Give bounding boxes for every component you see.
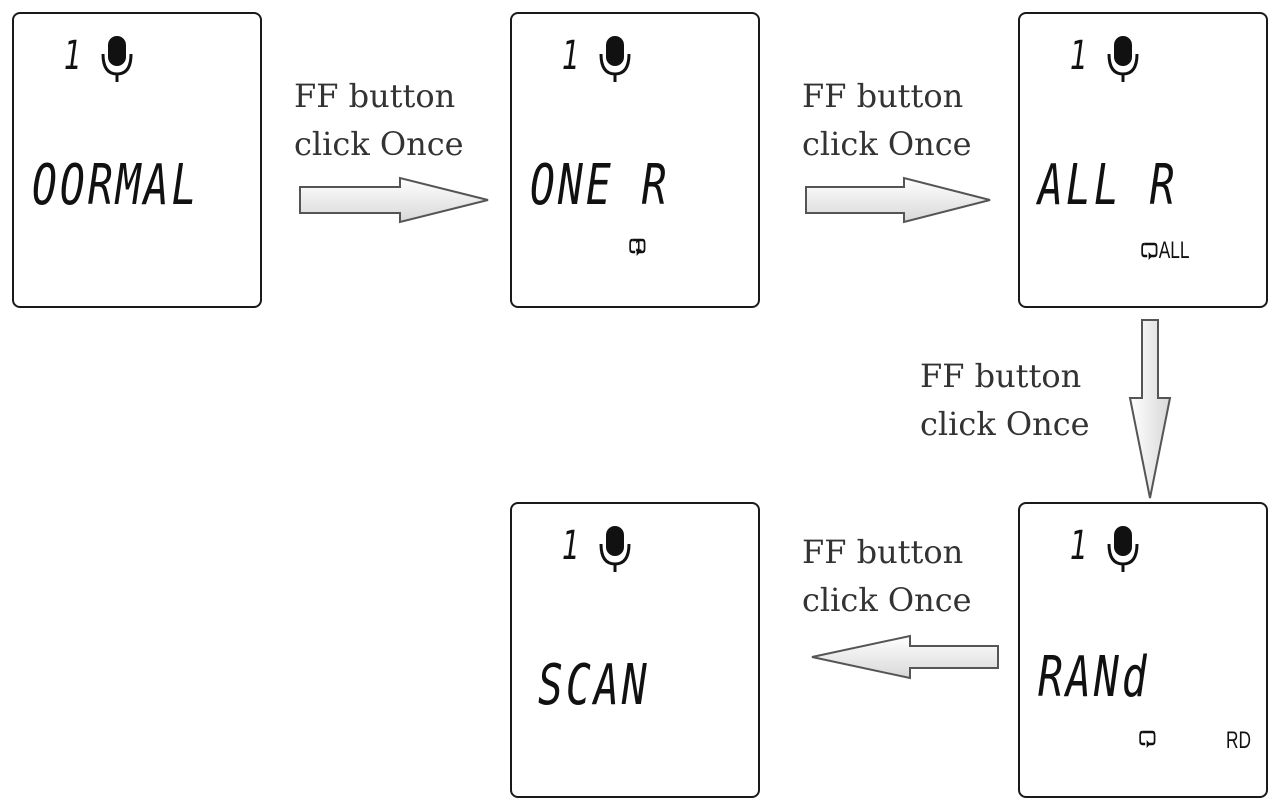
arrow-right-2 (805, 176, 991, 224)
folder-number: 1 (562, 523, 580, 569)
transition-label-3: FF button click Once (920, 352, 1090, 448)
repeat-indicator: ALL (1140, 238, 1189, 264)
repeat-all-label: ALL (1158, 237, 1190, 264)
transition-label-1: FF button click Once (294, 72, 464, 168)
label-line-2: click Once (294, 125, 464, 163)
transition-label-2: FF button click Once (802, 72, 972, 168)
display-all-repeat: 1 ALL R ALL (1018, 12, 1268, 308)
repeat-icon (1141, 242, 1158, 260)
microphone-icon (1107, 526, 1139, 572)
repeat-icon (1139, 730, 1156, 748)
display-normal: 1 OORMAL (12, 12, 262, 308)
repeat-one-label: 1 (635, 238, 642, 255)
folder-number: 1 (1070, 33, 1088, 79)
microphone-icon (101, 36, 133, 82)
label-line-1: FF button (802, 533, 964, 571)
microphone-icon (599, 526, 631, 572)
folder-number: 1 (1070, 523, 1088, 569)
random-label: RD (1226, 727, 1251, 754)
microphone-icon (599, 36, 631, 82)
mode-text: OORMAL (32, 153, 200, 218)
display-random: 1 RANd RD (1018, 502, 1268, 798)
mode-text: SCAN (538, 653, 650, 718)
folder-number: 1 (64, 33, 82, 79)
label-line-1: FF button (802, 77, 964, 115)
arrow-right-1 (299, 176, 489, 224)
repeat-indicator: 1 (628, 236, 647, 258)
microphone-icon (1107, 36, 1139, 82)
arrow-left (811, 634, 999, 680)
label-line-2: click Once (802, 581, 972, 619)
label-line-1: FF button (294, 77, 456, 115)
repeat-indicator (1138, 728, 1157, 750)
display-one-repeat: 1 ONE R 1 (510, 12, 760, 308)
label-line-2: click Once (920, 405, 1090, 443)
label-line-1: FF button (920, 357, 1082, 395)
mode-text: RANd (1038, 645, 1150, 710)
arrow-down (1128, 319, 1172, 499)
folder-number: 1 (562, 33, 580, 79)
mode-text: ONE R (530, 153, 670, 218)
label-line-2: click Once (802, 125, 972, 163)
mode-text: ALL R (1038, 153, 1178, 218)
transition-label-4: FF button click Once (802, 528, 972, 624)
display-scan: 1 SCAN (510, 502, 760, 798)
